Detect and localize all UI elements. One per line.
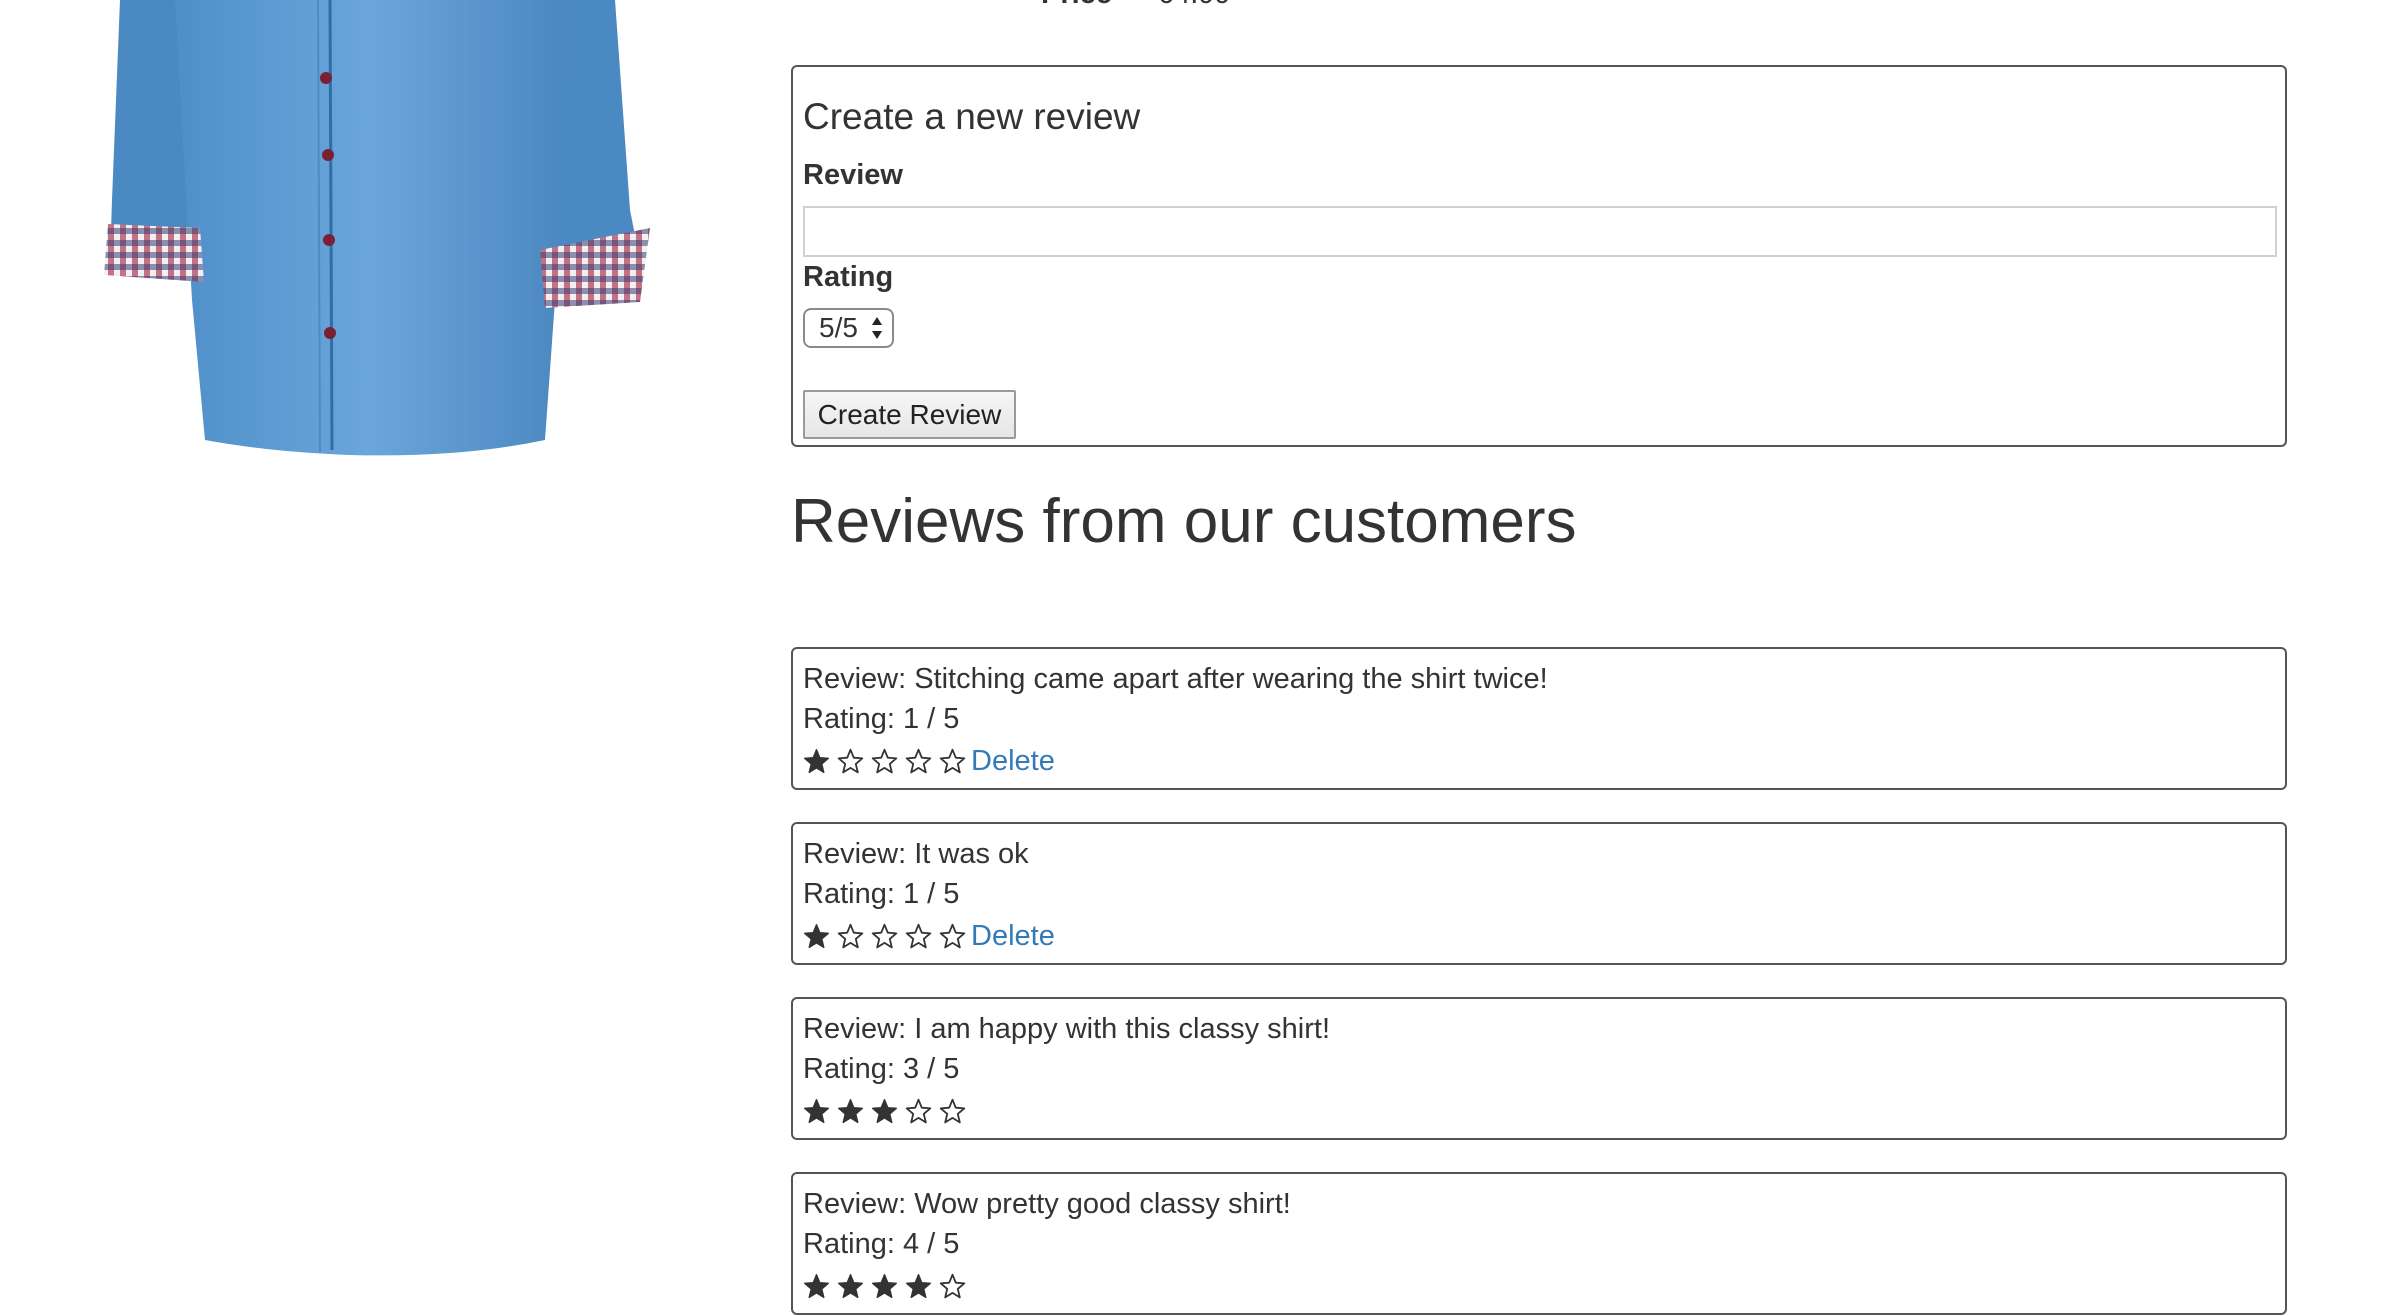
create-review-button[interactable]: Create Review bbox=[803, 390, 1016, 439]
star-empty-icon bbox=[905, 923, 932, 950]
select-arrows-icon bbox=[870, 313, 884, 343]
star-filled-icon bbox=[803, 1098, 830, 1125]
star-rating bbox=[803, 1268, 973, 1304]
review-rating-text: Rating: 4 / 5 bbox=[803, 1228, 960, 1260]
create-review-title: Create a new review bbox=[803, 96, 1141, 137]
star-empty-icon bbox=[837, 748, 864, 775]
delete-review-link[interactable]: Delete bbox=[971, 745, 1055, 778]
review-input[interactable] bbox=[803, 206, 2277, 257]
star-filled-icon bbox=[905, 1273, 932, 1300]
delete-review-link[interactable]: Delete bbox=[971, 920, 1055, 953]
star-empty-icon bbox=[905, 748, 932, 775]
review-field-label: Review bbox=[803, 159, 903, 191]
rating-select[interactable]: 5/5 bbox=[803, 308, 894, 348]
rating-field-label: Rating bbox=[803, 261, 894, 293]
reviews-heading: Reviews from our customers bbox=[791, 487, 1577, 556]
price-row: Price 64.99 bbox=[1041, 0, 1231, 14]
review-card: Review: Stitching came apart after weari… bbox=[791, 647, 2287, 790]
star-empty-icon bbox=[939, 1098, 966, 1125]
review-text: Review: It was ok bbox=[803, 838, 1029, 870]
star-empty-icon bbox=[871, 748, 898, 775]
star-empty-icon bbox=[871, 923, 898, 950]
product-image bbox=[0, 0, 720, 470]
star-rating: Delete bbox=[803, 918, 1055, 954]
review-card: Review: I am happy with this classy shir… bbox=[791, 997, 2287, 1140]
star-empty-icon bbox=[837, 923, 864, 950]
review-text: Review: Wow pretty good classy shirt! bbox=[803, 1188, 1291, 1220]
star-filled-icon bbox=[803, 1273, 830, 1300]
review-card: Review: It was ok Rating: 1 / 5 Delete bbox=[791, 822, 2287, 965]
star-empty-icon bbox=[939, 748, 966, 775]
create-review-panel: Create a new review Review Rating 5/5 Cr… bbox=[791, 65, 2287, 447]
star-rating bbox=[803, 1093, 973, 1129]
price-value: 64.99 bbox=[1158, 0, 1231, 10]
star-filled-icon bbox=[837, 1273, 864, 1300]
rating-select-value: 5/5 bbox=[819, 312, 858, 343]
star-filled-icon bbox=[803, 748, 830, 775]
star-filled-icon bbox=[871, 1273, 898, 1300]
star-empty-icon bbox=[905, 1098, 932, 1125]
review-card: Review: Wow pretty good classy shirt! Ra… bbox=[791, 1172, 2287, 1315]
star-empty-icon bbox=[939, 1273, 966, 1300]
star-filled-icon bbox=[837, 1098, 864, 1125]
review-rating-text: Rating: 1 / 5 bbox=[803, 878, 960, 910]
star-rating: Delete bbox=[803, 743, 1055, 779]
star-empty-icon bbox=[939, 923, 966, 950]
review-rating-text: Rating: 3 / 5 bbox=[803, 1053, 960, 1085]
review-text: Review: I am happy with this classy shir… bbox=[803, 1013, 1331, 1045]
star-filled-icon bbox=[871, 1098, 898, 1125]
review-text: Review: Stitching came apart after weari… bbox=[803, 663, 1548, 695]
star-filled-icon bbox=[803, 923, 830, 950]
price-label: Price bbox=[1041, 0, 1112, 10]
review-rating-text: Rating: 1 / 5 bbox=[803, 703, 960, 735]
